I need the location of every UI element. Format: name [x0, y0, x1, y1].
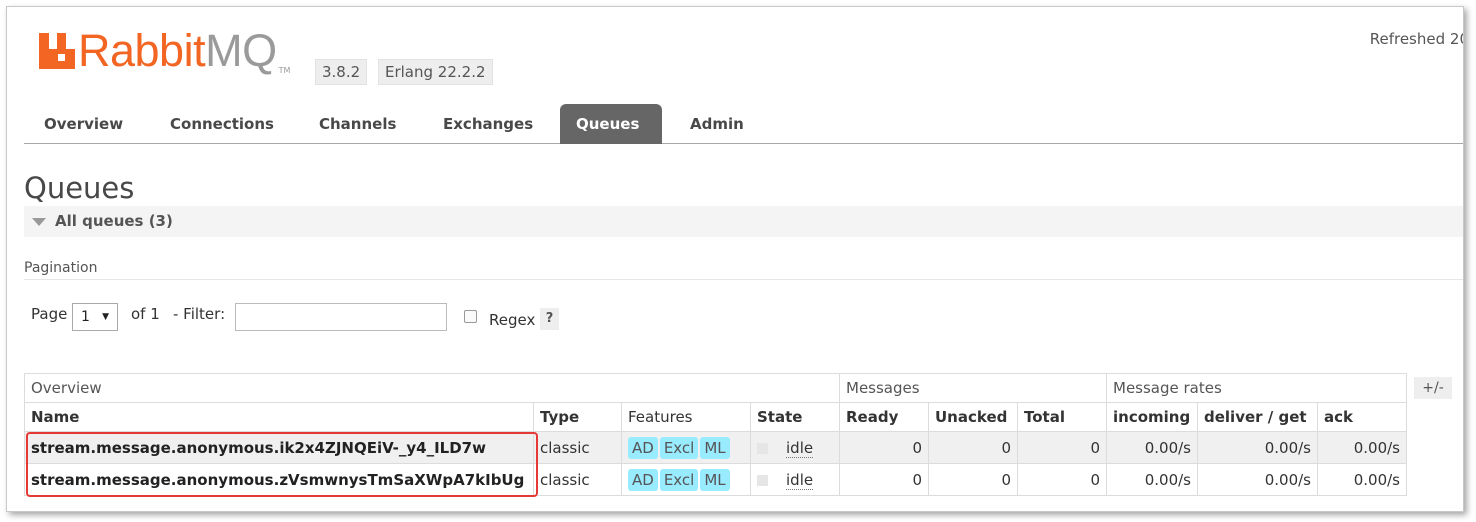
incoming-rate: 0.00/s	[1106, 431, 1198, 464]
group-overview: Overview	[24, 373, 840, 403]
col-deliver-get[interactable]: deliver / get	[1197, 402, 1318, 432]
queue-state: idle	[750, 463, 840, 496]
state-indicator-icon	[757, 442, 768, 454]
col-features[interactable]: Features	[621, 402, 751, 432]
col-name[interactable]: Name	[24, 402, 534, 432]
page-select[interactable]: 1 ▼	[72, 303, 118, 331]
total-count: 0	[1017, 463, 1107, 496]
queue-features: AD Excl ML	[621, 431, 751, 464]
unacked-count: 0	[928, 463, 1018, 496]
collapse-triangle-icon	[32, 218, 46, 226]
feature-badge-ad: AD	[628, 468, 658, 491]
feature-badge-ml: ML	[700, 436, 730, 459]
ready-count: 0	[839, 463, 929, 496]
ack-rate: 0.00/s	[1317, 431, 1407, 464]
ready-count: 0	[839, 431, 929, 464]
page-count: of 1	[131, 305, 160, 323]
logo-text: RabbitMQ	[78, 25, 277, 76]
all-queues-section-toggle[interactable]: All queues (3)	[24, 206, 1463, 237]
col-incoming[interactable]: incoming	[1106, 402, 1198, 432]
page-select-value: 1	[81, 309, 90, 325]
regex-checkbox[interactable]	[464, 310, 477, 323]
page-label: Page	[31, 305, 68, 323]
tab-queues[interactable]: Queues	[560, 104, 662, 144]
state-label: idle	[786, 438, 814, 458]
incoming-rate: 0.00/s	[1106, 463, 1198, 496]
feature-badge-excl: Excl	[659, 436, 699, 459]
feature-badge-ad: AD	[628, 436, 658, 459]
column-toggle-button[interactable]: +/-	[1414, 377, 1452, 399]
regex-label: Regex	[489, 311, 536, 329]
group-message-rates: Message rates	[1106, 373, 1407, 403]
annotation-highlight-box	[26, 432, 538, 497]
divider	[24, 279, 1463, 280]
rabbitmq-logo[interactable]: RabbitMQ TM	[39, 27, 290, 83]
deliver-get-rate: 0.00/s	[1197, 463, 1318, 496]
state-indicator-icon	[757, 474, 768, 486]
deliver-get-rate: 0.00/s	[1197, 431, 1318, 464]
col-type[interactable]: Type	[533, 402, 622, 432]
page-title: Queues	[24, 171, 135, 205]
pagination-heading: Pagination	[24, 260, 98, 276]
queue-type: classic	[533, 431, 622, 464]
tab-channels[interactable]: Channels	[303, 104, 412, 144]
version-badge: 3.8.2	[315, 59, 368, 85]
table-column-header: Name Type Features State Ready Unacked T…	[24, 402, 1407, 432]
feature-badge-excl: Excl	[659, 468, 699, 491]
main-tabs: Overview Connections Channels Exchanges …	[24, 104, 1463, 144]
queue-features: AD Excl ML	[621, 463, 751, 496]
col-unacked[interactable]: Unacked	[928, 402, 1018, 432]
total-count: 0	[1017, 431, 1107, 464]
refreshed-status: Refreshed 20	[1369, 30, 1464, 48]
ack-rate: 0.00/s	[1317, 463, 1407, 496]
col-ready[interactable]: Ready	[839, 402, 929, 432]
rabbitmq-management-window: RabbitMQ TM 3.8.2 Erlang 22.2.2 Refreshe…	[6, 6, 1464, 512]
table-group-header: Overview Messages Message rates	[24, 373, 1407, 403]
group-messages: Messages	[839, 373, 1107, 403]
queue-type: classic	[533, 463, 622, 496]
tab-exchanges[interactable]: Exchanges	[427, 104, 549, 144]
tab-connections[interactable]: Connections	[154, 104, 290, 144]
filter-label: - Filter:	[173, 305, 226, 323]
dropdown-arrow-icon: ▼	[102, 312, 109, 322]
erlang-version-badge: Erlang 22.2.2	[378, 59, 493, 85]
col-total[interactable]: Total	[1017, 402, 1107, 432]
unacked-count: 0	[928, 431, 1018, 464]
col-state[interactable]: State	[750, 402, 840, 432]
queue-state: idle	[750, 431, 840, 464]
tab-overview[interactable]: Overview	[28, 104, 139, 144]
filter-input[interactable]	[235, 303, 447, 331]
rabbit-logo-icon	[39, 33, 75, 69]
section-title: All queues (3)	[55, 212, 173, 230]
regex-help-button[interactable]: ?	[540, 308, 559, 330]
tab-admin[interactable]: Admin	[674, 104, 760, 144]
col-ack[interactable]: ack	[1317, 402, 1407, 432]
feature-badge-ml: ML	[700, 468, 730, 491]
logo-trademark: TM	[278, 66, 291, 75]
state-label: idle	[786, 470, 814, 490]
